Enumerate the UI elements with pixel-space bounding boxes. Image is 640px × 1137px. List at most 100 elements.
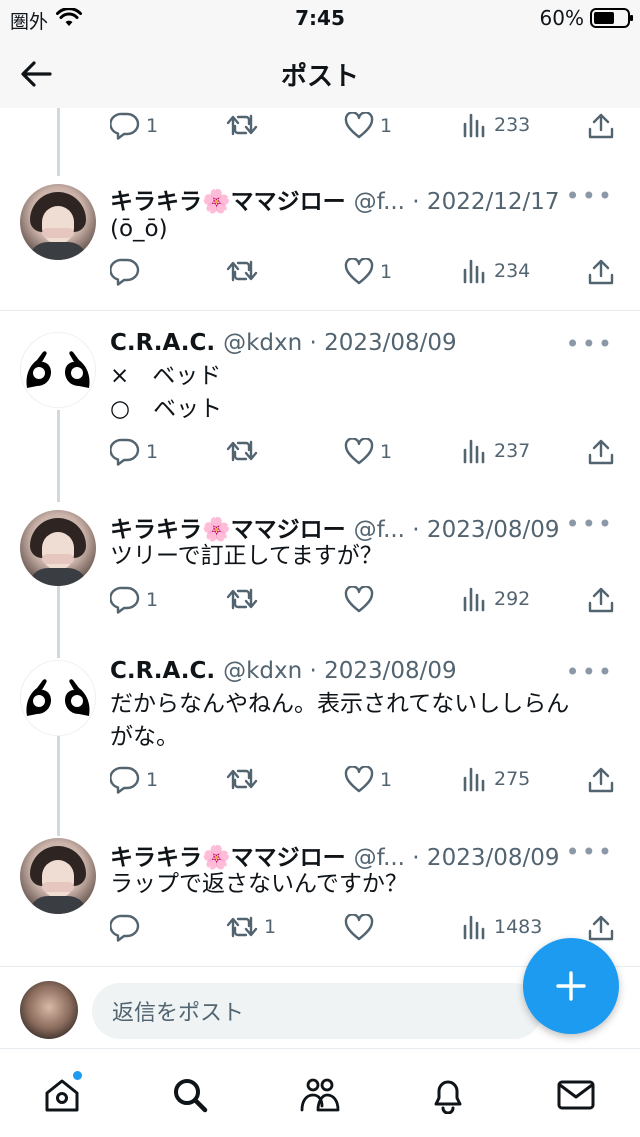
post-actions: 1 1 275 bbox=[110, 766, 620, 796]
heart-icon bbox=[344, 112, 374, 139]
share-button[interactable] bbox=[588, 914, 614, 942]
avatar[interactable] bbox=[20, 184, 96, 260]
views-button[interactable]: 234 bbox=[462, 258, 530, 284]
reply-count: 1 bbox=[146, 441, 159, 463]
page-title: ポスト bbox=[280, 62, 359, 92]
nav-notifications[interactable] bbox=[426, 1073, 470, 1117]
post-text: だからなんやねん。表示されてないししらん がな。 bbox=[110, 688, 610, 754]
communities-icon bbox=[300, 1078, 340, 1112]
post-text: ツリーで訂正してますが？ bbox=[110, 543, 383, 569]
more-options-button[interactable]: ••• bbox=[566, 510, 614, 538]
avatar[interactable] bbox=[20, 838, 96, 914]
thread-feed[interactable]: 1 1 233 キラキラ🌸ママジロー @f... · 2022/12/17 ••… bbox=[0, 108, 640, 966]
views-button[interactable]: 237 bbox=[462, 438, 530, 464]
share-button[interactable] bbox=[588, 438, 614, 466]
reply-icon bbox=[110, 112, 140, 140]
views-icon bbox=[463, 113, 485, 138]
view-count: 1483 bbox=[494, 916, 543, 938]
like-button[interactable]: 1 bbox=[344, 112, 392, 139]
more-options-button[interactable]: ••• bbox=[566, 658, 614, 686]
compose-button[interactable] bbox=[523, 938, 619, 1034]
repost-button[interactable] bbox=[226, 586, 264, 612]
nav-messages[interactable] bbox=[554, 1073, 598, 1117]
reply-button[interactable]: 1 bbox=[110, 112, 158, 140]
repost-icon bbox=[226, 114, 258, 136]
view-count: 292 bbox=[494, 588, 531, 610]
repost-button[interactable] bbox=[226, 112, 264, 138]
post-actions: 1 1 233 bbox=[110, 112, 620, 142]
nav-search[interactable] bbox=[168, 1073, 212, 1117]
repost-button[interactable] bbox=[226, 766, 264, 792]
repost-icon bbox=[226, 260, 258, 282]
view-count: 234 bbox=[494, 260, 531, 282]
views-icon bbox=[463, 767, 485, 792]
thread-line bbox=[57, 584, 60, 658]
view-count: 237 bbox=[494, 440, 531, 462]
views-button[interactable]: 275 bbox=[462, 766, 530, 792]
reply-button[interactable]: 1 bbox=[110, 766, 158, 794]
reply-button[interactable] bbox=[110, 258, 146, 286]
new-content-dot bbox=[73, 1071, 82, 1080]
repost-button[interactable] bbox=[226, 438, 264, 464]
like-button[interactable]: 1 bbox=[344, 766, 392, 793]
nav-home[interactable] bbox=[40, 1071, 84, 1117]
author-name[interactable]: C.R.A.C. bbox=[110, 330, 215, 356]
post-text-line: × ベッド bbox=[110, 363, 222, 389]
reply-button[interactable]: 1 bbox=[110, 586, 158, 614]
author-name[interactable]: C.R.A.C. bbox=[110, 658, 215, 684]
heart-icon bbox=[344, 766, 374, 793]
avatar[interactable] bbox=[20, 660, 96, 736]
reply-icon bbox=[110, 586, 140, 614]
avatar[interactable] bbox=[20, 510, 96, 586]
author-name[interactable]: キラキラ🌸ママジロー bbox=[110, 182, 346, 216]
thread-line bbox=[57, 108, 60, 176]
share-button[interactable] bbox=[588, 112, 614, 140]
my-avatar[interactable] bbox=[20, 981, 78, 1039]
author-name[interactable]: キラキラ🌸ママジロー bbox=[110, 838, 346, 872]
divider bbox=[0, 310, 640, 311]
views-button[interactable]: 292 bbox=[462, 586, 530, 612]
reply-icon bbox=[110, 914, 140, 942]
bottom-nav bbox=[0, 1048, 640, 1137]
repost-button[interactable] bbox=[226, 258, 264, 284]
more-options-button[interactable]: ••• bbox=[566, 330, 614, 358]
like-button[interactable] bbox=[344, 586, 380, 613]
ok-hands-logo bbox=[26, 351, 90, 388]
views-button[interactable]: 1483 bbox=[462, 914, 542, 940]
share-button[interactable] bbox=[588, 766, 614, 794]
post-header: キラキラ🌸ママジロー @f... · 2023/08/09 bbox=[110, 510, 560, 544]
post-actions: 1 1483 bbox=[110, 914, 620, 944]
post-text: × ベッド ○ ベット bbox=[110, 360, 610, 426]
views-icon bbox=[463, 439, 485, 464]
like-button[interactable]: 1 bbox=[344, 258, 392, 285]
plus-icon bbox=[556, 971, 586, 1001]
author-name[interactable]: キラキラ🌸ママジロー bbox=[110, 510, 346, 544]
mail-icon bbox=[557, 1080, 595, 1110]
post-actions: 1 292 bbox=[110, 586, 620, 616]
more-options-button[interactable]: ••• bbox=[566, 182, 614, 210]
post-actions: 1 1 237 bbox=[110, 438, 620, 468]
views-button[interactable]: 233 bbox=[462, 112, 530, 138]
like-count: 1 bbox=[380, 768, 393, 791]
more-options-button[interactable]: ••• bbox=[566, 838, 614, 866]
like-count: 1 bbox=[380, 440, 393, 463]
like-button[interactable]: 1 bbox=[344, 438, 392, 465]
battery-icon bbox=[590, 8, 633, 28]
share-button[interactable] bbox=[588, 586, 614, 614]
handle-date: @kdxn · 2023/08/09 bbox=[223, 658, 457, 684]
handle-date: @kdxn · 2023/08/09 bbox=[223, 330, 457, 356]
avatar[interactable] bbox=[20, 332, 96, 408]
views-icon bbox=[463, 587, 485, 612]
views-icon bbox=[463, 259, 485, 284]
share-button[interactable] bbox=[588, 258, 614, 286]
reply-button[interactable] bbox=[110, 914, 146, 942]
view-count: 233 bbox=[494, 114, 531, 136]
reply-input[interactable]: 返信をポスト bbox=[92, 983, 542, 1039]
reply-count: 1 bbox=[146, 115, 159, 137]
repost-button[interactable]: 1 bbox=[226, 914, 276, 940]
nav-communities[interactable] bbox=[298, 1073, 342, 1117]
reply-button[interactable]: 1 bbox=[110, 438, 158, 466]
like-button[interactable] bbox=[344, 914, 380, 941]
ok-hands-logo bbox=[26, 679, 90, 716]
share-icon bbox=[588, 113, 614, 139]
